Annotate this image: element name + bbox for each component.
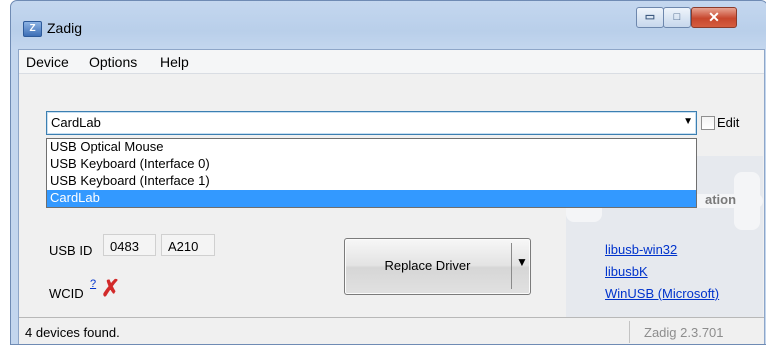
device-select-value: CardLab	[51, 115, 101, 130]
device-option[interactable]: USB Optical Mouse	[47, 139, 696, 156]
maximize-icon: □	[673, 11, 681, 23]
menu-help[interactable]: Help	[160, 54, 189, 70]
panel-background-graphic	[734, 172, 760, 230]
minimize-button[interactable]: ▭	[636, 7, 664, 28]
edit-checkbox[interactable]	[701, 116, 715, 130]
usb-id-label: USB ID	[49, 243, 93, 258]
split-dropdown-arrow-icon[interactable]: ▼	[516, 255, 528, 269]
wcid-status-cross-icon: ✗	[101, 275, 121, 301]
device-option[interactable]: USB Keyboard (Interface 1)	[47, 173, 696, 190]
menu-bar: Device Options Help	[19, 50, 764, 74]
driver-panel-heading: ation	[705, 192, 737, 207]
device-select[interactable]: CardLab ▼	[46, 111, 697, 135]
split-separator	[511, 243, 512, 289]
replace-driver-label: Replace Driver	[384, 258, 471, 273]
window-title: Zadig	[47, 20, 83, 36]
minimize-icon: ▭	[644, 11, 656, 23]
link-libusb-win32[interactable]: libusb-win32	[605, 242, 677, 257]
title-bar[interactable]: Z Zadig ▭ □ ✕	[11, 1, 766, 49]
zadig-app-icon: Z	[23, 21, 42, 37]
edit-checkbox-label[interactable]: Edit	[717, 115, 739, 130]
dropdown-arrow-icon[interactable]: ▼	[683, 116, 693, 127]
client-area: Device Options Help CardLab ▼ Edit ation…	[18, 49, 765, 344]
menu-device[interactable]: Device	[26, 54, 69, 70]
close-icon: ✕	[708, 9, 720, 25]
version-status: Zadig 2.3.701	[644, 325, 724, 340]
device-dropdown-list: USB Optical Mouse USB Keyboard (Interfac…	[46, 138, 697, 208]
device-option-selected[interactable]: CardLab	[47, 190, 696, 207]
maximize-button[interactable]: □	[663, 7, 691, 28]
wcid-label: WCID	[49, 286, 84, 301]
device-count-status: 4 devices found.	[25, 325, 120, 340]
link-libusbk[interactable]: libusbK	[605, 264, 648, 279]
zadig-window: Z Zadig ▭ □ ✕ Device Options Help CardLa…	[10, 0, 766, 345]
menu-options[interactable]: Options	[89, 54, 137, 70]
status-divider	[629, 321, 630, 343]
close-button[interactable]: ✕	[691, 7, 737, 28]
replace-driver-button[interactable]: Replace Driver ▼	[344, 238, 531, 295]
wcid-help-link[interactable]: ?	[90, 278, 96, 290]
usb-vid-field[interactable]: 0483	[103, 234, 156, 256]
status-bar: 4 devices found. Zadig 2.3.701	[19, 317, 764, 344]
usb-pid-field[interactable]: A210	[161, 234, 215, 256]
device-option[interactable]: USB Keyboard (Interface 0)	[47, 156, 696, 173]
link-winusb[interactable]: WinUSB (Microsoft)	[605, 286, 719, 301]
main-panel: CardLab ▼ Edit ation libusb-win32 libusb…	[19, 74, 764, 320]
